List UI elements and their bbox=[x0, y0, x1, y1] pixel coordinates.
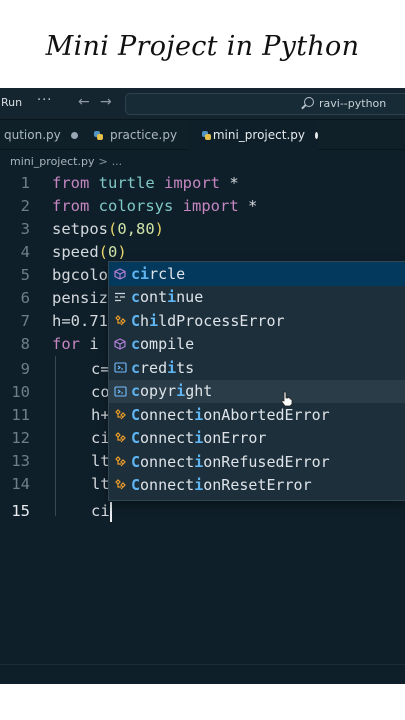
code-line: 2 from colorsys import * bbox=[0, 195, 405, 218]
line-number: 6 bbox=[20, 289, 30, 307]
variable-icon bbox=[110, 362, 130, 373]
suggestion-label: ConnectionError bbox=[131, 429, 267, 448]
banner-title: Mini Project in Python bbox=[45, 30, 360, 62]
line-text: h+ bbox=[91, 406, 110, 424]
chevron-right-icon: > bbox=[98, 154, 108, 168]
suggestion-item[interactable]: ConnectionAbortedError bbox=[109, 403, 405, 427]
class-icon bbox=[110, 479, 130, 491]
suggestion-label: circle bbox=[131, 264, 186, 283]
line-number: 7 bbox=[20, 312, 30, 330]
suggestion-label: ChildProcessError bbox=[131, 311, 285, 330]
class-icon bbox=[110, 408, 130, 421]
code-editor-window: Run ··· ← → ravi--python qution.py pract… bbox=[0, 88, 405, 684]
breadcrumb-symbol[interactable]: ... bbox=[112, 155, 123, 168]
suggestion-item[interactable]: compile bbox=[109, 333, 405, 357]
tab-label: mini_project.py bbox=[212, 128, 305, 142]
suggestion-label: ConnectionRefusedError bbox=[131, 452, 330, 471]
forward-arrow-icon[interactable]: → bbox=[100, 94, 112, 110]
breadcrumb-file[interactable]: mini_project.py bbox=[10, 155, 94, 168]
suggestion-label: continue bbox=[131, 288, 204, 307]
line-number: 13 bbox=[11, 452, 30, 470]
line-number: 2 bbox=[20, 197, 30, 215]
suggestion-label: compile bbox=[131, 335, 195, 354]
video-banner: Mini Project in Python bbox=[0, 0, 405, 88]
more-menu-icon[interactable]: ··· bbox=[37, 93, 52, 108]
unsaved-dot-icon bbox=[70, 131, 78, 139]
suggestion-item[interactable]: ConnectionRefusedError bbox=[109, 450, 405, 474]
unsaved-dot-icon bbox=[315, 131, 318, 139]
line-text: lt bbox=[91, 452, 110, 470]
line-number: 11 bbox=[11, 406, 30, 424]
line-number: 4 bbox=[20, 243, 30, 261]
suggestion-item[interactable]: ConnectionResetError bbox=[109, 474, 405, 498]
line-number: 8 bbox=[20, 335, 30, 353]
suggestion-item[interactable]: credits bbox=[109, 356, 405, 380]
line-text: ci bbox=[91, 502, 110, 520]
suggestion-item[interactable]: copyright bbox=[109, 379, 405, 403]
tab-practice[interactable]: practice.py bbox=[86, 120, 190, 150]
text-cursor bbox=[110, 502, 112, 522]
line-text: h=0.71 bbox=[52, 312, 108, 330]
class-icon bbox=[110, 314, 130, 327]
line-text: from colorsys import * bbox=[52, 197, 258, 215]
command-center-search[interactable]: ravi--python bbox=[125, 93, 405, 115]
tab-qution[interactable]: qution.py bbox=[0, 120, 86, 150]
line-number: 3 bbox=[20, 220, 30, 238]
line-number: 9 bbox=[20, 360, 30, 378]
function-cube-icon bbox=[110, 268, 130, 280]
suggestion-item[interactable]: continue bbox=[109, 286, 405, 310]
line-text: from turtle import * bbox=[52, 174, 239, 192]
search-icon bbox=[304, 97, 314, 107]
line-number: 1 bbox=[20, 174, 30, 192]
suggestion-label: credits bbox=[131, 358, 195, 377]
line-text: pensiz bbox=[52, 289, 108, 307]
class-icon bbox=[110, 455, 130, 468]
line-text: setpos(0,80) bbox=[52, 220, 165, 238]
code-line: 1 from turtle import * bbox=[0, 172, 405, 195]
suggestion-label: ConnectionAbortedError bbox=[131, 405, 330, 424]
python-file-icon bbox=[202, 130, 211, 140]
code-line: 3 setpos(0,80) bbox=[0, 218, 405, 241]
line-number: 15 bbox=[11, 502, 30, 520]
line-text: bgcolo bbox=[52, 266, 108, 284]
suggestion-label: ConnectionResetError bbox=[131, 476, 312, 495]
line-text: for i bbox=[52, 335, 99, 353]
suggestion-item[interactable]: ConnectionError bbox=[109, 427, 405, 451]
tab-mini-project[interactable]: mini_project.py bbox=[190, 120, 318, 150]
tab-label: qution.py bbox=[4, 128, 61, 142]
tab-label: practice.py bbox=[110, 128, 178, 142]
code-line-current: 15 ci bbox=[0, 500, 405, 523]
line-number: 12 bbox=[11, 429, 30, 447]
variable-icon bbox=[110, 386, 130, 397]
title-bar: Run ··· ← → ravi--python bbox=[0, 88, 405, 120]
suggestion-label: copyright bbox=[131, 382, 213, 401]
suggestion-item[interactable]: ChildProcessError bbox=[109, 309, 405, 333]
line-text: c= bbox=[91, 360, 110, 378]
breadcrumb: mini_project.py > ... bbox=[0, 150, 405, 172]
hand-pointer-icon bbox=[281, 391, 293, 407]
line-number: 10 bbox=[11, 383, 30, 401]
line-text: co bbox=[91, 383, 110, 401]
run-menu[interactable]: Run bbox=[1, 96, 22, 109]
line-number: 5 bbox=[20, 266, 30, 284]
editor-tab-bar: qution.py practice.py mini_project.py bbox=[0, 120, 405, 150]
editor-bottom-area bbox=[0, 664, 405, 684]
search-workspace-label: ravi--python bbox=[319, 97, 387, 110]
autocomplete-suggestions: circle continue ChildProcessError compile cr… bbox=[108, 261, 405, 501]
class-icon bbox=[110, 432, 130, 444]
function-cube-icon bbox=[110, 338, 130, 350]
line-text: lt bbox=[91, 475, 110, 493]
suggestion-item[interactable]: circle bbox=[109, 262, 405, 286]
line-number: 14 bbox=[11, 475, 30, 493]
python-file-icon bbox=[94, 130, 103, 140]
keyword-icon bbox=[110, 292, 130, 302]
line-text: ci bbox=[91, 429, 110, 447]
back-arrow-icon[interactable]: ← bbox=[78, 94, 90, 110]
